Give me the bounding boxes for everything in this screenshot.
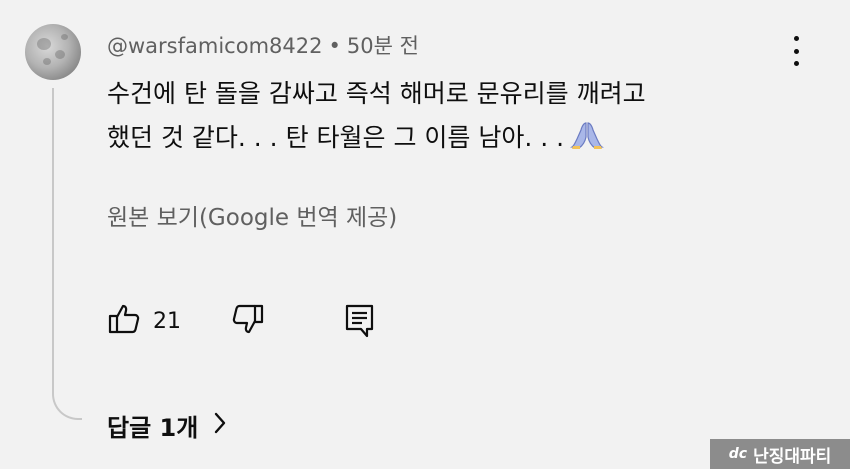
- more-options-icon[interactable]: [784, 36, 808, 66]
- see-original-link[interactable]: 원본 보기(Google 번역 제공): [107, 198, 397, 232]
- replies-count: 답글 1개: [107, 414, 199, 442]
- site-watermark: dc 난징대파티: [710, 439, 850, 469]
- reply-thread-line: [52, 88, 82, 420]
- dislike-button[interactable]: [231, 302, 265, 340]
- folded-hands-icon: [570, 120, 605, 164]
- thumb-up-icon: [107, 302, 141, 340]
- meta-separator: •: [328, 34, 341, 58]
- comment-meta: @warsfamicom8422 • 50분 전: [107, 30, 419, 60]
- comment-text-line: 했던 것 같다. . . 탄 타월은 그 이름 남아. . .: [107, 116, 747, 164]
- comment-timestamp[interactable]: 50분 전: [347, 34, 419, 58]
- author-avatar[interactable]: [25, 24, 81, 80]
- comment-text-line: 수건에 탄 돌을 감싸고 즉석 해머로 문유리를 깨려고: [107, 79, 646, 108]
- view-replies-button[interactable]: 답글 1개: [107, 408, 228, 443]
- comment-text: 수건에 탄 돌을 감싸고 즉석 해머로 문유리를 깨려고 했던 것 같다. . …: [107, 72, 747, 164]
- watermark-logo: dc: [728, 446, 748, 462]
- thumb-down-icon: [231, 302, 265, 340]
- author-name[interactable]: @warsfamicom8422: [107, 34, 322, 58]
- like-button[interactable]: 21: [107, 302, 181, 340]
- reply-button[interactable]: [343, 302, 377, 344]
- watermark-text: 난징대파티: [753, 446, 832, 467]
- chevron-right-icon: [198, 410, 228, 442]
- comment-icon: [343, 302, 377, 344]
- like-count: 21: [153, 308, 181, 334]
